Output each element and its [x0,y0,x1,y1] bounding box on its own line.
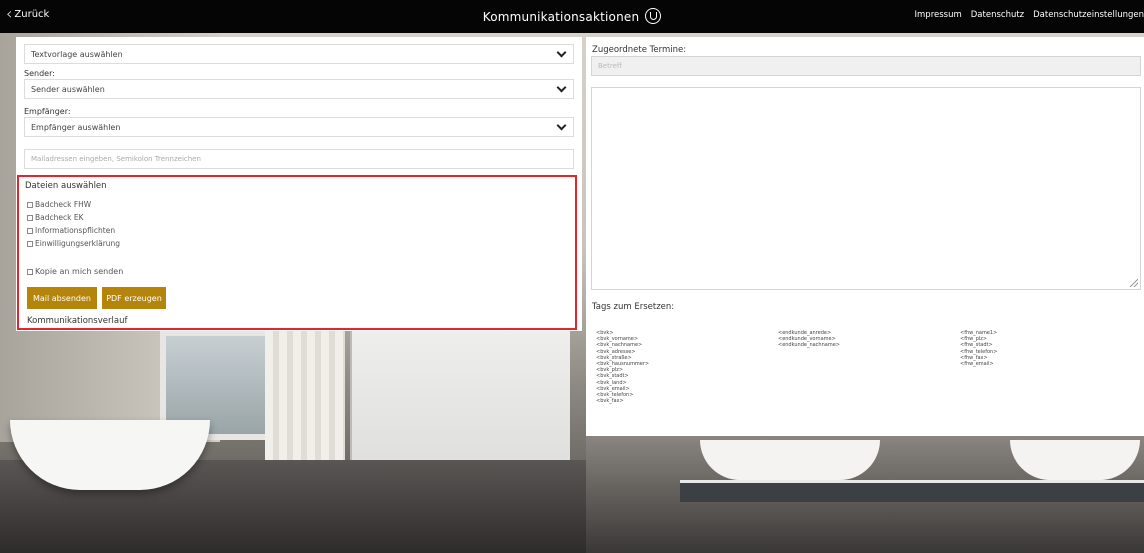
file-option-label: Einwilligungserklärung [35,239,121,248]
file-selection-section: Dateien auswählen Badcheck FHW Badcheck … [17,175,577,330]
compose-panel: Textvorlage auswählen Sender: Sender aus… [16,37,582,331]
nav-link-datenschutzeinstellungen[interactable]: Datenschutzeinstellungen [1033,10,1144,20]
chevron-down-icon [557,122,565,130]
mail-address-placeholder: Mailadressen eingeben, Semikolon Trennze… [31,155,201,163]
file-option-badcheck-fhw[interactable]: Badcheck FHW [27,200,91,209]
checkbox[interactable] [27,268,33,275]
generate-pdf-button[interactable]: PDF erzeugen [102,287,166,309]
nav-link-datenschutz[interactable]: Datenschutz [971,10,1024,20]
chevron-left-icon: ‹ [6,4,13,23]
tag-item: <fhw_stadt> [960,342,993,349]
tags-label: Tags zum Ersetzen: [592,302,675,312]
brand-logo-icon [645,8,662,24]
chevron-down-icon [557,49,565,57]
chevron-down-icon [557,84,565,92]
recipient-select-value: Empfänger auswählen [31,122,121,132]
file-option-badcheck-ek[interactable]: Badcheck EK [27,213,84,222]
tag-item: <fhw_telefon> [960,348,998,355]
checkbox[interactable] [27,214,33,221]
checkbox[interactable] [27,201,33,208]
tag-item: <bvk_nachname> [596,342,643,349]
tag-item: <endkunde_nachname> [778,342,840,349]
details-panel: Zugeordnete Termine: Betreff Tags zum Er… [586,37,1144,436]
nav-links: Impressum Datenschutz Datenschutzeinstel… [915,10,1144,20]
subject-input[interactable]: Betreff [591,56,1141,76]
recipient-label: Empfänger: [24,107,71,116]
recipient-select[interactable]: Empfänger auswählen [24,117,574,137]
back-button[interactable]: ‹ Zurück [6,4,50,23]
page-title-text: Kommunikationsaktionen [482,10,640,24]
template-select[interactable]: Textvorlage auswählen [24,44,574,64]
file-option-label: Informationspflichten [35,226,116,235]
top-bar: ‹ Zurück Kommunikationsaktionen Impressu… [0,0,1144,33]
tag-item: <fhw_email> [960,361,994,368]
checkbox[interactable] [27,240,33,247]
copy-to-me-label: Kopie an mich senden [35,267,124,276]
tag-item: <bvk_fax> [596,398,624,405]
send-mail-button[interactable]: Mail absenden [27,287,97,309]
tags-column-endkunde: <endkunde_anrede> <endkunde_vorname> <en… [778,330,840,349]
back-label: Zurück [14,8,50,20]
message-body-textarea[interactable] [591,87,1141,290]
communication-history-link[interactable]: Kommunikationsverlauf [27,316,127,326]
file-option-informationspflichten[interactable]: Informationspflichten [27,226,115,235]
sender-label: Sender: [24,69,55,78]
files-title: Dateien auswählen [25,181,107,191]
mail-address-input[interactable]: Mailadressen eingeben, Semikolon Trennze… [24,149,574,169]
template-select-value: Textvorlage auswählen [31,49,123,59]
subject-placeholder: Betreff [598,62,622,70]
sender-select[interactable]: Sender auswählen [24,79,574,99]
tags-column-bvk: <bvk> <bvk_vorname> <bvk_nachname> <bvk_… [596,330,649,404]
nav-link-impressum[interactable]: Impressum [915,10,962,20]
file-option-einwilligungserklaerung[interactable]: Einwilligungserklärung [27,239,120,248]
appointments-label: Zugeordnete Termine: [592,45,687,55]
file-option-label: Badcheck EK [35,213,84,222]
tags-column-fhw: <fhw_name1> <fhw_plz> <fhw_stadt> <fhw_t… [960,330,997,367]
copy-to-me-option[interactable]: Kopie an mich senden [27,267,123,276]
sender-select-value: Sender auswählen [31,84,105,94]
resize-handle-icon[interactable] [1130,279,1138,287]
file-option-label: Badcheck FHW [35,200,92,209]
checkbox[interactable] [27,227,33,234]
